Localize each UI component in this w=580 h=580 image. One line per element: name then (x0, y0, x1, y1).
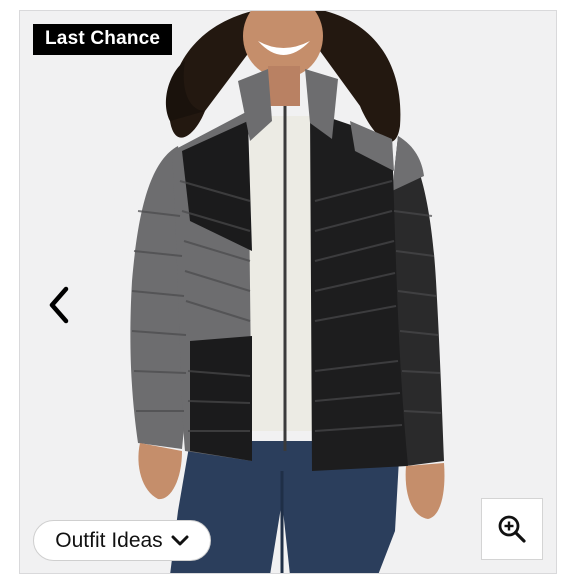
outfit-ideas-button[interactable]: Outfit Ideas (33, 520, 211, 561)
last-chance-badge: Last Chance (33, 24, 173, 55)
zoom-button[interactable] (481, 498, 543, 560)
chevron-left-icon (49, 286, 69, 324)
product-photo (20, 11, 556, 573)
product-image-frame: Last Chance Outfit Ideas (19, 10, 557, 574)
zoom-in-icon (498, 515, 526, 543)
previous-image-button[interactable] (44, 285, 74, 325)
chevron-down-icon (171, 535, 189, 545)
outfit-ideas-label: Outfit Ideas (55, 528, 163, 552)
